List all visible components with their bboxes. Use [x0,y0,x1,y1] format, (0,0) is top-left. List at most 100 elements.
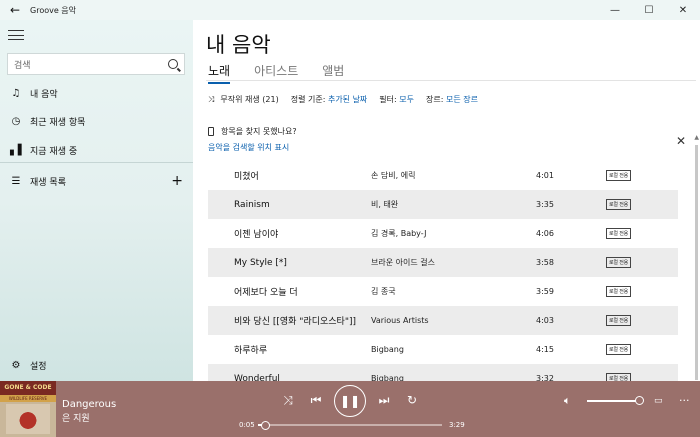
song-title: 하루하루 [234,346,268,356]
song-title: My Style [*] [234,257,287,268]
sidebar: 검색 ♫ 내 음악 ◷ 최근 재생 항목 ▖▌ 지금 재생 중 ☰ 재생 목록 … [0,20,193,381]
song-duration: 4:15 [536,345,554,354]
song-duration: 4:06 [536,229,554,238]
song-row[interactable]: 이젠 남이야 김 경록, Baby-J 4:06 로컬 전용 [208,219,678,248]
sort-dropdown[interactable]: 추가된 날짜 [328,94,367,105]
song-artist[interactable]: 손 담비, 에릭 [371,170,536,181]
song-duration: 4:03 [536,316,554,325]
seek-thumb[interactable] [261,421,271,430]
song-title: 미쳤어 [234,172,259,182]
device-icon [208,127,214,136]
close-button[interactable]: ✕ [666,0,700,20]
maximize-button[interactable]: ☐ [632,0,666,20]
album-art-image [6,404,50,434]
song-row[interactable]: 비와 당신 [[영화 "라디오스타"]] Various Artists 4:03 로… [208,306,678,335]
sidebar-item-label: 내 음악 [30,89,58,100]
gear-icon: ⚙ [11,359,21,371]
shuffle-all-icon[interactable]: ⤨ [208,95,214,105]
filter-dropdown[interactable]: 모두 [399,94,414,105]
repeat-icon[interactable]: ↻ [402,393,422,407]
local-only-badge: 로컬 전용 [606,228,631,239]
previous-icon[interactable]: ⏮ [306,393,326,408]
song-artist[interactable]: 김 종국 [371,286,536,297]
volume-thumb[interactable] [635,396,644,405]
sidebar-divider [0,162,193,163]
scrollbar[interactable] [695,145,698,380]
tab-divider [206,80,696,81]
page-title: 내 음악 [206,33,271,57]
hamburger-menu-icon[interactable] [8,28,24,42]
miniplayer-icon[interactable]: ▭ [654,396,663,406]
search-input[interactable]: 검색 [14,58,31,71]
now-playing-title[interactable]: Dangerous [62,399,116,410]
song-row[interactable]: Rainism 비, 태완 3:35 로컬 전용 [208,190,678,219]
song-row[interactable]: 어제보다 오늘 더 김 종국 3:59 로컬 전용 [208,277,678,306]
search-box[interactable]: 검색 [7,53,185,75]
minimize-button[interactable]: — [598,0,632,20]
album-art-title: GONE & CODE [0,381,56,395]
clock-icon: ◷ [11,115,21,127]
notice-text: 항목을 찾지 못했나요? [221,127,297,136]
sidebar-item-settings[interactable]: ⚙ 설정 [0,354,193,376]
add-playlist-button[interactable]: + [171,173,183,189]
sort-label: 정렬 기준: [290,95,326,104]
shuffle-all-button[interactable]: 무작위 재생 (21) [220,94,278,105]
song-title: 어제보다 오늘 더 [234,288,298,298]
show-music-locations-link[interactable]: 음악을 검색할 위치 표시 [208,142,686,153]
main-content: 내 음악 노래 아티스트 앨범 ⤨ 무작위 재생 (21) 정렬 기준: 추가된… [193,20,700,393]
shuffle-icon[interactable]: ⤨ [278,393,298,408]
song-artist[interactable]: 김 경록, Baby-J [371,228,536,239]
settings-label: 설정 [30,361,47,372]
song-artist[interactable]: Various Artists [371,316,536,325]
pause-icon[interactable]: ❚❚ [334,385,366,417]
equalizer-icon: ▖▌ [10,144,26,156]
song-title: 이젠 남이야 [234,230,279,240]
scroll-up-icon[interactable]: ▲ [694,134,699,141]
now-playing-artist[interactable]: 은 지원 [62,411,90,424]
song-duration: 3:35 [536,200,554,209]
song-artist[interactable]: Bigbang [371,345,536,354]
song-title: Rainism [234,199,270,210]
song-row[interactable]: My Style [*] 브라운 아이드 걸스 3:58 로컬 전용 [208,248,678,277]
next-icon[interactable]: ⏭ [374,393,394,408]
speaker-icon[interactable]: 🔈︎ [564,394,571,408]
total-time: 3:29 [449,421,465,429]
missing-music-notice: 항목을 찾지 못했나요? 음악을 검색할 위치 표시 ✕ [208,126,686,158]
player-bar: GONE & CODE WILDLIFE RESERVE Dangerous 은… [0,381,700,437]
song-artist[interactable]: 브라운 아이드 걸스 [371,257,536,268]
local-only-badge: 로컬 전용 [606,315,631,326]
local-only-badge: 로컬 전용 [606,344,631,355]
back-arrow-icon[interactable]: ← [0,0,30,20]
song-title: 비와 당신 [[영화 "라디오스타"]] [234,317,356,327]
sidebar-item-label: 지금 재생 중 [30,146,78,157]
window-title: Groove 음악 [30,5,77,15]
volume-slider[interactable] [587,400,640,402]
song-duration: 3:59 [536,287,554,296]
sidebar-item-playlists[interactable]: ☰ 재생 목록 + [0,170,193,192]
music-note-icon: ♫ [11,87,21,99]
song-artist[interactable]: 비, 태완 [371,199,536,210]
sidebar-item-recent[interactable]: ◷ 최근 재생 항목 [0,110,193,132]
song-duration: 3:58 [536,258,554,267]
sidebar-item-my-music[interactable]: ♫ 내 음악 [0,82,193,104]
song-list: 미쳤어 손 담비, 에릭 4:01 로컬 전용 Rainism 비, 태완 3:35 로컬 전… [208,161,678,393]
songs-toolbar: ⤨ 무작위 재생 (21) 정렬 기준: 추가된 날짜 필터: 모두 장르: 모… [208,94,478,105]
song-row[interactable]: 하루하루 Bigbang 4:15 로컬 전용 [208,335,678,364]
more-icon[interactable]: ··· [679,394,690,407]
local-only-badge: 로컬 전용 [606,199,631,210]
seek-bar[interactable] [258,424,442,426]
local-only-badge: 로컬 전용 [606,286,631,297]
sidebar-item-now-playing[interactable]: ▖▌ 지금 재생 중 [0,139,193,161]
song-duration: 4:01 [536,171,554,180]
genre-dropdown[interactable]: 모든 장르 [446,94,478,105]
filter-label: 필터: [379,95,397,104]
album-art[interactable]: GONE & CODE WILDLIFE RESERVE [0,381,56,437]
search-icon[interactable] [168,59,178,69]
close-icon[interactable]: ✕ [676,134,686,148]
playlist-icon: ☰ [11,175,21,187]
sidebar-item-label: 재생 목록 [30,177,66,188]
album-art-subtitle: WILDLIFE RESERVE [0,395,56,402]
sidebar-item-label: 최근 재생 항목 [30,117,86,128]
genre-label: 장르: [426,95,444,104]
song-row[interactable]: 미쳤어 손 담비, 에릭 4:01 로컬 전용 [208,161,678,190]
